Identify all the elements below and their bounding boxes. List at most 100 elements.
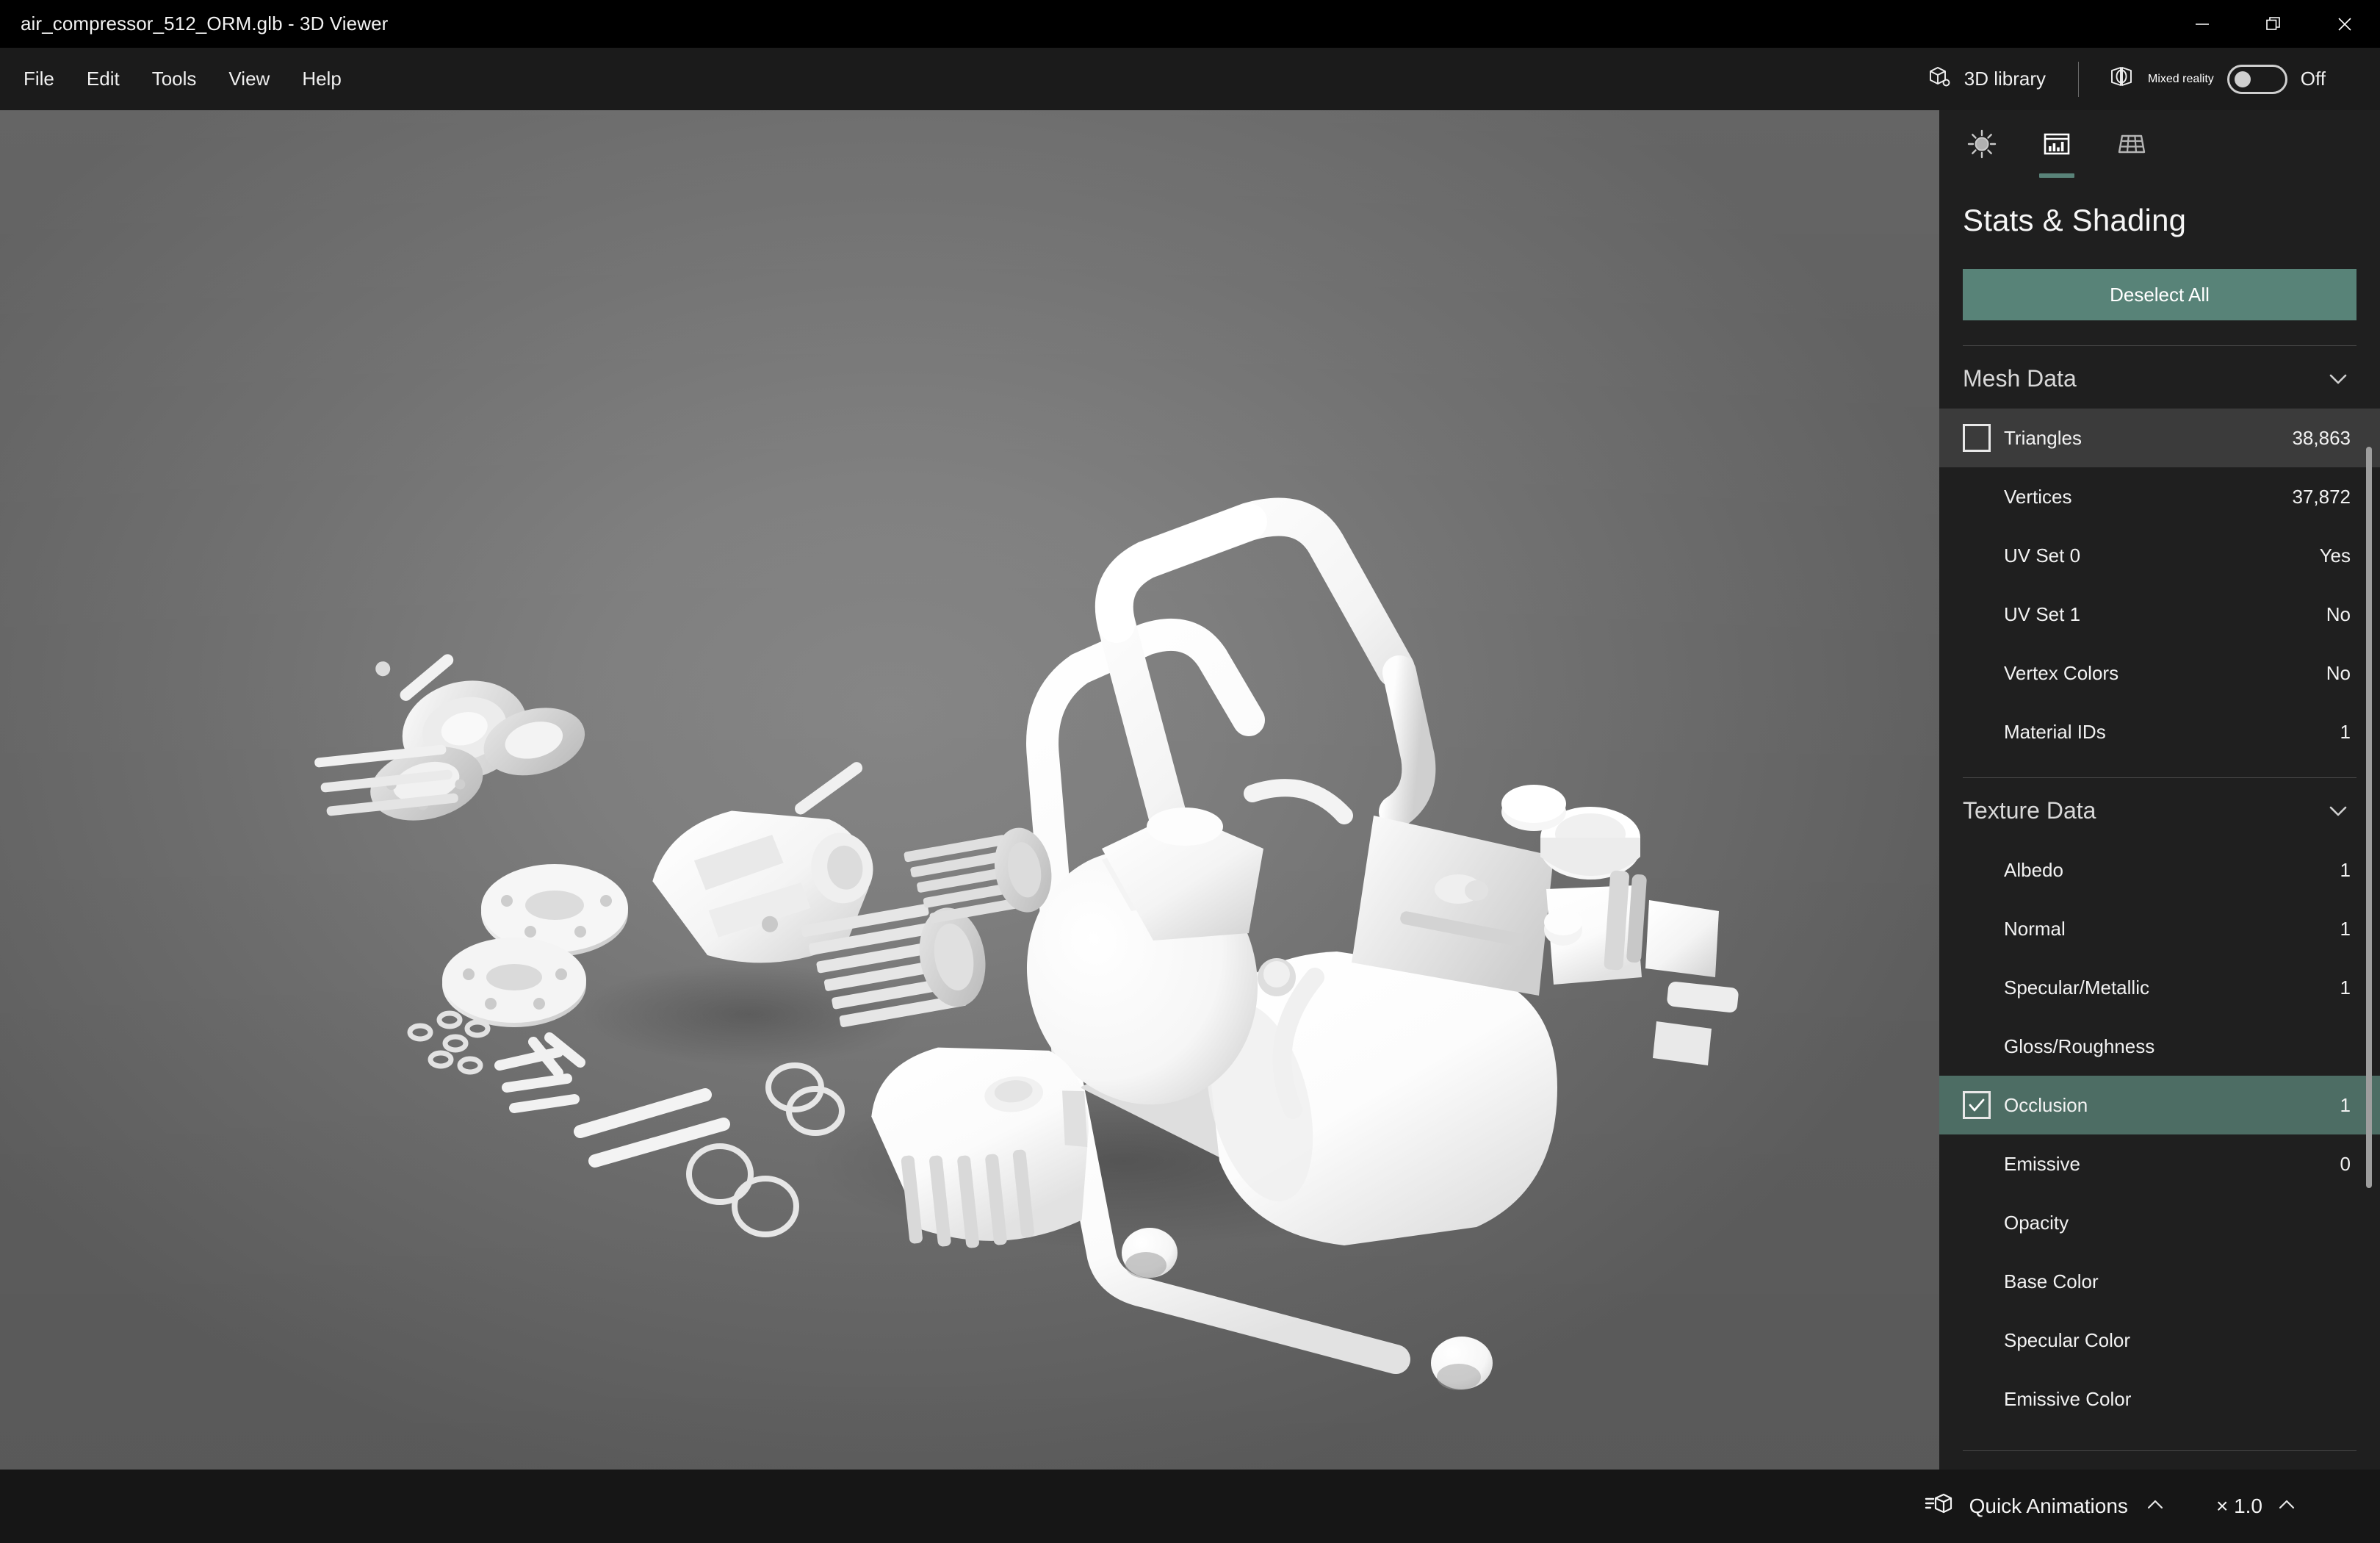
table-row[interactable]: Base Color	[1939, 1252, 2380, 1311]
bottom-status-bar: Quick Animations × 1.0	[0, 1470, 2380, 1543]
quick-animations-label: Quick Animations	[1969, 1495, 2128, 1517]
minimize-button[interactable]	[2166, 0, 2237, 48]
table-row[interactable]: Specular/Metallic 1	[1939, 958, 2380, 1017]
tab-wireframe[interactable]	[2105, 128, 2158, 173]
row-value: No	[2326, 603, 2351, 625]
mixed-reality-state: Off	[2300, 68, 2326, 90]
table-row[interactable]: Normal 1	[1939, 899, 2380, 958]
row-label: Albedo	[2004, 858, 2063, 881]
row-label: Vertex Colors	[2004, 661, 2119, 684]
table-row[interactable]: Triangles 38,863	[1939, 409, 2380, 467]
section-header-texture-data[interactable]: Texture Data	[1939, 778, 2380, 841]
3d-library-label: 3D library	[1964, 68, 2046, 90]
panel-scroll-region: Mesh Data Triangles 38,863 Vertices 37,8…	[1939, 345, 2380, 1470]
row-label: UV Set 0	[2004, 544, 2081, 567]
row-label: Specular Color	[2004, 1328, 2130, 1351]
mixed-reality-label: Mixed reality	[2147, 72, 2214, 85]
row-value: 37,872	[2292, 485, 2351, 508]
table-row[interactable]: Emissive 0	[1939, 1134, 2380, 1193]
row-label: Emissive Color	[2004, 1387, 2132, 1410]
panel-scrollbar[interactable]	[2364, 345, 2374, 1470]
toggle-knob	[2234, 71, 2251, 87]
menu-item-view[interactable]: View	[212, 57, 286, 101]
section-header-mesh-data[interactable]: Mesh Data	[1939, 346, 2380, 409]
quick-animations-button[interactable]: Quick Animations	[1909, 1481, 2181, 1532]
row-label: Triangles	[2004, 426, 2082, 449]
restore-icon	[2265, 15, 2282, 33]
table-row[interactable]: Material IDs 1	[1939, 702, 2380, 761]
table-row[interactable]: Vertices 37,872	[1939, 467, 2380, 526]
3d-library-button[interactable]: 3D library	[1913, 54, 2059, 104]
section-title-mesh-data: Mesh Data	[1963, 365, 2077, 392]
row-label: Normal	[2004, 917, 2066, 940]
chevron-down-icon	[2326, 799, 2351, 824]
row-checkbox-checked[interactable]	[1963, 1091, 1991, 1119]
table-row[interactable]: Specular Color	[1939, 1311, 2380, 1370]
row-value: 1	[2340, 976, 2351, 999]
3d-model-air-compressor	[314, 497, 1739, 1390]
main-body: Stats & Shading Deselect All Mesh Data T…	[0, 110, 2380, 1470]
row-value: 1	[2340, 858, 2351, 881]
table-row[interactable]: Gloss/Roughness	[1939, 1017, 2380, 1076]
tab-stats-shading[interactable]	[2030, 128, 2083, 178]
row-value: No	[2326, 661, 2351, 684]
table-row-selected[interactable]: Occlusion 1	[1939, 1076, 2380, 1134]
menu-bar: File Edit Tools View Help 3D library Mix…	[0, 48, 2380, 110]
row-label: UV Set 1	[2004, 603, 2081, 625]
panel-title: Stats & Shading	[1963, 203, 2187, 237]
chevron-up-icon	[2144, 1494, 2166, 1519]
table-row[interactable]: UV Set 0 Yes	[1939, 526, 2380, 585]
row-label: Material IDs	[2004, 720, 2106, 743]
window-title: air_compressor_512_ORM.glb - 3D Viewer	[21, 12, 389, 35]
3d-viewport[interactable]	[0, 110, 1939, 1470]
mixed-reality-toggle[interactable]	[2226, 64, 2287, 94]
deselect-all-button[interactable]: Deselect All	[1963, 269, 2356, 320]
row-label: Specular/Metallic	[2004, 976, 2149, 999]
bar-chart-icon	[2041, 128, 2072, 160]
minimize-icon	[2193, 15, 2211, 33]
row-value: Yes	[2319, 544, 2351, 567]
tab-lighting[interactable]	[1955, 128, 2008, 173]
table-row[interactable]: Emissive Color	[1939, 1370, 2380, 1428]
row-label: Emissive	[2004, 1152, 2081, 1175]
section-title-texture-data: Texture Data	[1963, 797, 2096, 824]
row-value: 1	[2340, 720, 2351, 743]
restore-button[interactable]	[2237, 0, 2309, 48]
row-label: Gloss/Roughness	[2004, 1035, 2155, 1057]
menu-item-help[interactable]: Help	[286, 57, 357, 101]
row-label: Occlusion	[2004, 1093, 2088, 1116]
mixed-reality-icon	[2108, 64, 2135, 94]
chevron-up-icon	[2276, 1494, 2298, 1519]
window-controls	[2166, 0, 2380, 48]
app-window: air_compressor_512_ORM.glb - 3D Viewer F…	[0, 0, 2380, 1543]
tab-underline-active	[2039, 173, 2074, 178]
chevron-down-icon	[2326, 367, 2351, 392]
animation-cube-icon	[1924, 1490, 1953, 1523]
table-row[interactable]: UV Set 1 No	[1939, 585, 2380, 644]
table-row[interactable]: Vertex Colors No	[1939, 644, 2380, 702]
stats-shading-panel: Stats & Shading Deselect All Mesh Data T…	[1939, 110, 2380, 1470]
menu-item-file[interactable]: File	[7, 57, 71, 101]
close-button[interactable]	[2309, 0, 2380, 48]
menu-item-tools[interactable]: Tools	[136, 57, 213, 101]
panel-bottom-divider	[1963, 1450, 2356, 1451]
row-value: 0	[2340, 1152, 2351, 1175]
grid-icon	[2116, 128, 2147, 160]
close-icon	[2336, 15, 2354, 33]
mixed-reality-group: Mixed reality Off	[2098, 57, 2336, 101]
title-bar: air_compressor_512_ORM.glb - 3D Viewer	[0, 0, 2380, 48]
row-checkbox[interactable]	[1963, 424, 1991, 452]
playback-speed-button[interactable]: × 1.0	[2200, 1485, 2314, 1528]
menu-bar-right-tools: 3D library Mixed reality Off	[1913, 48, 2380, 110]
scrollbar-thumb[interactable]	[2366, 446, 2372, 1189]
sun-icon	[1966, 128, 1997, 160]
row-label: Base Color	[2004, 1270, 2099, 1292]
3d-cube-icon	[1926, 63, 1952, 95]
table-row[interactable]: Albedo 1	[1939, 841, 2380, 899]
exploded-parts	[314, 654, 1089, 1248]
playback-speed-label: × 1.0	[2215, 1495, 2262, 1517]
panel-tab-bar	[1939, 110, 2380, 178]
menu-item-edit[interactable]: Edit	[71, 57, 136, 101]
assembled-compressor	[1026, 497, 1739, 1390]
table-row[interactable]: Opacity	[1939, 1193, 2380, 1252]
